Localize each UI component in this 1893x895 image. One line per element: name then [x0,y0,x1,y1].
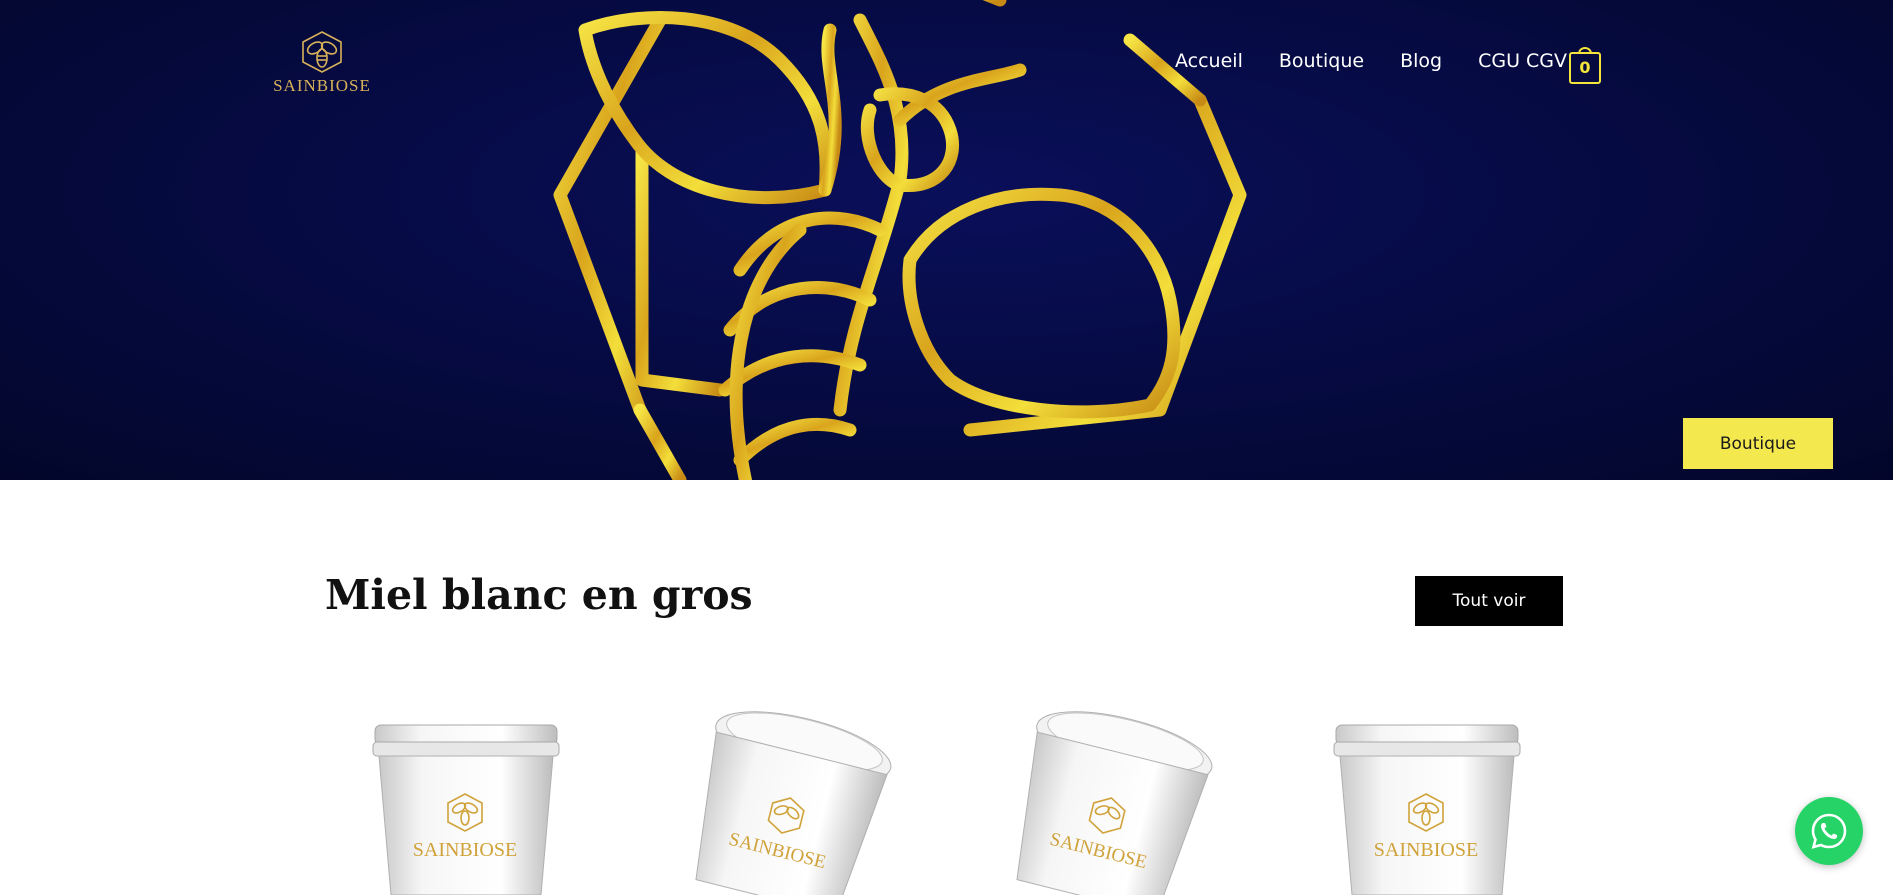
nav-item-boutique[interactable]: Boutique [1279,50,1364,72]
nav-item-accueil[interactable]: Accueil [1175,50,1243,72]
product-brand-label: SAINBIOSE [413,839,517,861]
whatsapp-icon [1811,813,1847,849]
bee-logo-icon [302,31,342,73]
honey-bucket-image: SAINBIOSE [372,724,560,895]
honey-bucket-image: SAINBIOSE [1333,724,1521,895]
hero-banner: SAINBIOSE Accueil Boutique Blog CGU CGV … [0,0,1893,480]
whatsapp-chat-button[interactable] [1795,797,1863,865]
hero-boutique-button[interactable]: Boutique [1683,418,1833,469]
honey-bucket-image: SAINBIOSE [695,711,892,895]
page: SAINBIOSE Accueil Boutique Blog CGU CGV … [0,0,1893,895]
main-nav: Accueil Boutique Blog CGU CGV [1175,50,1567,72]
nav-item-cgu-cgv[interactable]: CGU CGV [1478,50,1567,72]
product-grid: SAINBIOSE SAINBIOSE SAINBIOSE SAINBIOSE [0,690,1893,895]
honey-bucket-image: SAINBIOSE [1016,711,1213,895]
product-card[interactable]: SAINBIOSE [1316,690,1536,895]
product-card[interactable]: SAINBIOSE [680,690,900,895]
bee-hexagon-emblem [553,0,1247,480]
cart-count-badge: 0 [1579,58,1591,77]
see-all-button[interactable]: Tout voir [1415,576,1563,626]
product-brand-label: SAINBIOSE [1374,839,1478,861]
product-card[interactable]: SAINBIOSE [355,690,575,895]
logo-text: SAINBIOSE [273,76,371,95]
site-logo[interactable]: SAINBIOSE [272,30,372,108]
cart-button[interactable]: 0 [1569,44,1601,84]
section-title: Miel blanc en gros [325,571,753,619]
product-card[interactable]: SAINBIOSE [1001,690,1221,895]
nav-item-blog[interactable]: Blog [1400,50,1442,72]
